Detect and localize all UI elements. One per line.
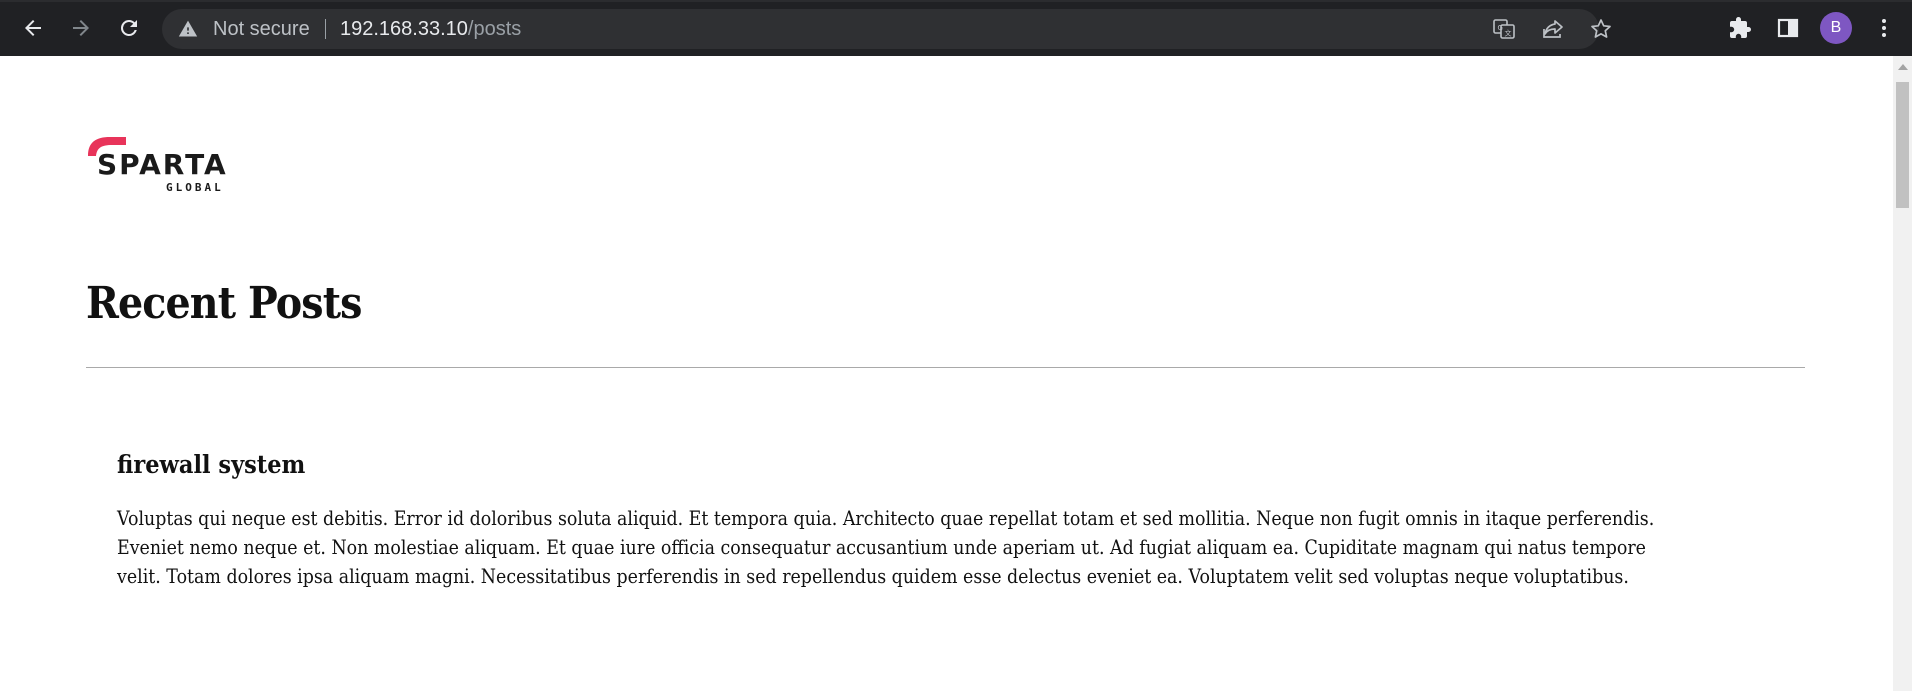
- side-panel-button[interactable]: [1770, 10, 1806, 46]
- heading-divider: [86, 367, 1805, 368]
- forward-button[interactable]: [63, 10, 99, 46]
- scroll-up-arrow[interactable]: [1898, 64, 1908, 70]
- translate-icon[interactable]: G 文: [1492, 17, 1516, 41]
- tab-strip: [0, 0, 1912, 2]
- address-bar[interactable]: Not secure 192.168.33.10/posts G 文: [162, 9, 1611, 49]
- url-text[interactable]: 192.168.33.10/posts: [340, 9, 521, 49]
- omnibox-divider: [325, 19, 326, 39]
- svg-text:G: G: [1498, 24, 1503, 32]
- arrow-right-icon: [73, 20, 89, 36]
- profile-avatar[interactable]: B: [1820, 12, 1852, 44]
- logo-wordmark: SPARTA: [97, 148, 228, 181]
- kebab-menu-icon: [1882, 19, 1886, 37]
- sparta-global-logo[interactable]: SPARTA GLOBAL: [86, 134, 242, 194]
- page-scrollbar[interactable]: [1893, 56, 1912, 691]
- side-panel-icon: [1777, 18, 1799, 38]
- reload-button[interactable]: [111, 10, 147, 46]
- url-host: 192.168.33.10: [340, 18, 468, 40]
- reload-icon: [121, 19, 137, 36]
- browser-menu-button[interactable]: [1866, 10, 1902, 46]
- extensions-button[interactable]: [1722, 10, 1758, 46]
- share-icon[interactable]: [1541, 17, 1565, 41]
- back-button[interactable]: [15, 10, 51, 46]
- url-path: /posts: [467, 18, 522, 40]
- star-icon[interactable]: [1589, 17, 1613, 41]
- post-body: Voluptas qui neque est debitis. Error id…: [117, 506, 1655, 588]
- warning-triangle-icon[interactable]: [178, 19, 198, 39]
- puzzle-icon: [1730, 17, 1751, 38]
- scrollbar-thumb[interactable]: [1896, 82, 1909, 208]
- post-title: firewall system: [117, 450, 306, 479]
- svg-text:文: 文: [1505, 29, 1512, 38]
- page-title: Recent Posts: [86, 278, 362, 329]
- not-secure-label[interactable]: Not secure: [213, 9, 310, 49]
- arrow-left-icon: [25, 20, 41, 36]
- page-viewport: [0, 56, 1893, 691]
- browser-toolbar: Not secure 192.168.33.10/posts G 文 B: [0, 0, 1912, 56]
- logo-subtext: GLOBAL: [166, 181, 224, 194]
